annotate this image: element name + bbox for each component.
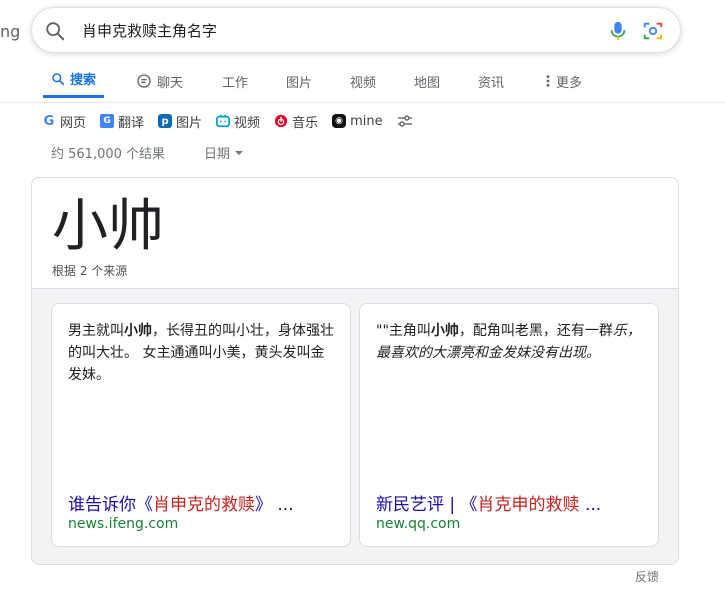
answer-header: 小帅 根据 2 个来源 — [32, 178, 678, 289]
tab-label: 聊天 — [157, 75, 184, 91]
source-card[interactable]: ""主角叫小帅，配角叫老黑，还有一群乐，最喜欢的大漂亮和金发妹没有出现。 新民艺… — [359, 303, 659, 547]
filter-label: 视频 — [234, 115, 261, 131]
image-icon: p — [158, 114, 173, 128]
source-count: 根据 2 个来源 — [52, 264, 128, 278]
source-title-link[interactable]: 新民艺评 | 《肖克申的救赎 ... — [376, 490, 646, 515]
tab-work[interactable]: 工作 — [222, 62, 248, 100]
filter-settings-icon[interactable] — [397, 114, 413, 128]
source-url[interactable]: news.ifeng.com — [68, 516, 178, 532]
sources-area: 男主就叫小帅，长得丑的叫小壮，身体强壮的叫大壮。 女主通通叫小美，黄头发叫金发妹… — [32, 289, 678, 564]
chat-icon — [137, 74, 151, 88]
mine-icon: ◉ — [332, 114, 347, 128]
snippet-highlight: 小帅 — [124, 323, 152, 339]
tab-videos[interactable]: 视频 — [350, 62, 376, 100]
date-filter-label: 日期 — [204, 147, 231, 162]
title-text: 》 ... — [255, 495, 294, 515]
source-snippet: ""主角叫小帅，配角叫老黑，还有一群乐，最喜欢的大漂亮和金发妹没有出现。 — [376, 320, 646, 364]
results-stats: 约 561,000 个结果 — [51, 147, 166, 162]
feedback-link[interactable]: 反馈 — [635, 568, 659, 585]
tab-images[interactable]: 图片 — [286, 62, 312, 100]
source-title-link[interactable]: 谁告诉你《肖申克的救赎》 ... — [68, 490, 338, 515]
tab-news[interactable]: 资讯 — [478, 62, 504, 100]
video-icon — [216, 114, 231, 128]
snippet-highlight: 小帅 — [430, 323, 459, 339]
source-card[interactable]: 男主就叫小帅，长得丑的叫小壮，身体强壮的叫大壮。 女主通通叫小美，黄头发叫金发妹… — [51, 303, 351, 547]
title-text: ... — [579, 495, 602, 515]
tab-chat[interactable]: 聊天 — [136, 62, 183, 100]
filter-mine[interactable]: ◉ mine — [332, 114, 383, 129]
title-highlight: 肖申克的救赎 — [153, 495, 255, 515]
tab-label: 资讯 — [478, 75, 505, 91]
title-highlight: 肖克申的救赎 — [477, 495, 580, 515]
tab-label: 更多 — [556, 75, 583, 91]
filter-label: 音乐 — [292, 115, 319, 131]
title-text: 新民艺评 | 《 — [376, 495, 478, 515]
search-input[interactable] — [82, 18, 582, 42]
tab-maps[interactable]: 地图 — [414, 62, 440, 100]
filter-label: 翻译 — [118, 115, 145, 131]
filter-label: 网页 — [60, 115, 87, 131]
logo-fragment[interactable]: ng — [0, 22, 20, 41]
lens-camera-icon[interactable] — [642, 20, 664, 42]
tab-label: 地图 — [414, 75, 441, 91]
caret-down-icon — [235, 150, 244, 155]
tab-search[interactable]: 搜索 — [43, 62, 104, 98]
date-filter-dropdown[interactable]: 日期 — [204, 143, 244, 162]
title-text: 谁告诉你《 — [68, 495, 153, 515]
filter-music[interactable]: 音乐 — [274, 112, 318, 131]
source-url[interactable]: new.qq.com — [376, 516, 460, 532]
snippet-text: 男主就叫 — [68, 323, 124, 339]
featured-answer-card: 小帅 根据 2 个来源 男主就叫小帅，长得丑的叫小壮，身体强壮的叫大壮。 女主通… — [31, 177, 679, 565]
translate-icon: G — [100, 114, 115, 128]
tab-label: 视频 — [350, 75, 377, 91]
google-icon: G — [43, 113, 55, 129]
tab-label: 搜索 — [70, 73, 97, 88]
snippet-text: ，配角叫老黑，还有一群 — [458, 323, 613, 339]
search-bar — [31, 7, 681, 53]
tab-more[interactable]: 更多 — [545, 62, 582, 100]
microphone-icon[interactable] — [608, 20, 628, 42]
search-icon — [52, 72, 65, 85]
filter-web[interactable]: G 网页 — [42, 112, 86, 131]
filter-translate[interactable]: G 翻译 — [100, 112, 144, 131]
search-tabs: 搜索 聊天 工作 图片 视频 地图 资讯 更多 — [0, 62, 725, 103]
tab-label: 图片 — [286, 75, 313, 91]
snippet-text: ""主角叫 — [376, 323, 431, 339]
more-vert-icon — [546, 75, 550, 87]
source-snippet: 男主就叫小帅，长得丑的叫小壮，身体强壮的叫大壮。 女主通通叫小美，黄头发叫金发妹… — [68, 320, 338, 386]
search-icon[interactable] — [44, 20, 66, 42]
answer-text: 小帅 — [52, 194, 164, 259]
filter-images[interactable]: p 图片 — [158, 112, 202, 131]
tab-label: 工作 — [222, 75, 249, 91]
filter-video[interactable]: 视频 — [216, 112, 260, 131]
filter-label: mine — [350, 113, 383, 129]
music-icon — [274, 114, 288, 128]
quick-filters: G 网页 G 翻译 p 图片 视频 音乐 ◉ mine — [42, 110, 413, 132]
filter-label: 图片 — [176, 115, 203, 131]
